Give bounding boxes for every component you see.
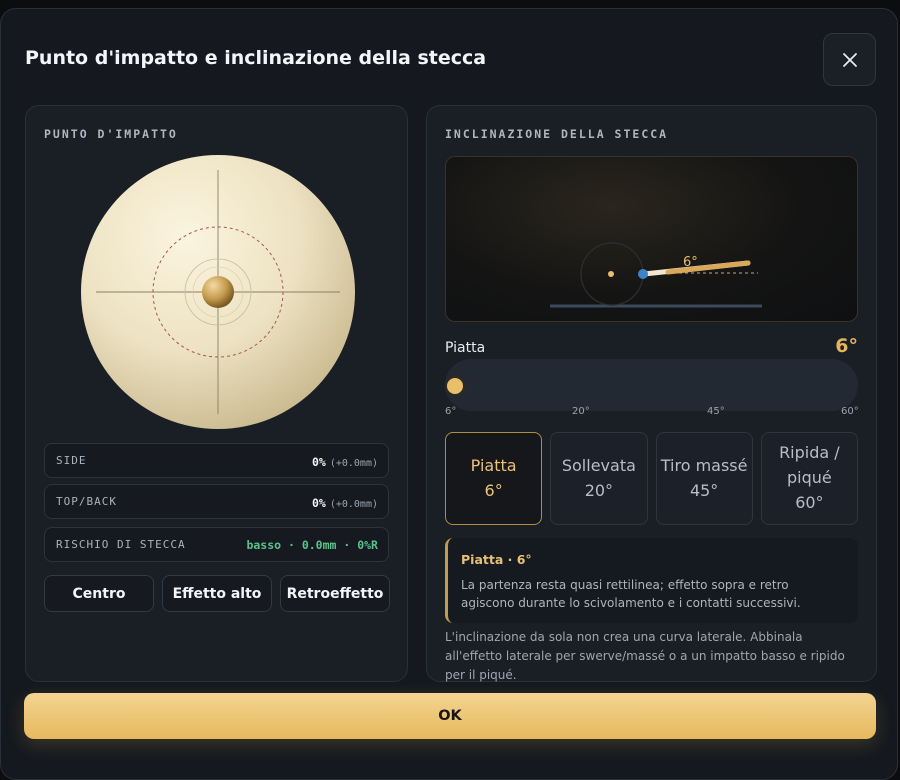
ball-contact-dot [608,271,614,277]
preset-info-box: Piatta · 6° La partenza resta quasi rett… [445,538,858,623]
elevation-section-label: INCLINAZIONE DELLA STECCA [445,127,669,141]
center-button[interactable]: Centro [44,575,154,612]
impact-marker[interactable] [202,276,234,308]
info-title: Piatta · 6° [461,552,532,567]
cue-elevation-panel: INCLINAZIONE DELLA STECCA 6° Piatta 6° 6… [426,105,877,682]
cue-tip [638,269,648,279]
tick-45: 45° [707,406,725,417]
dialog-title: Punto d'impatto e inclinazione della ste… [25,47,487,69]
elevation-preview: 6° [445,156,858,322]
preset-name: Ripida / piqué [779,443,840,488]
preset-name: Piatta [470,455,517,475]
preset-angle: 60° [795,492,824,512]
topback-value: 0% [311,496,326,510]
cue-ball-target[interactable] [80,154,356,430]
slider-title: Piatta [445,340,486,356]
tick-20: 20° [572,406,590,417]
side-mm: (+0.0mm) [329,458,378,469]
preset-masse[interactable]: Tiro massé 45° [655,432,753,525]
elevation-note: L'inclinazione da sola non crea una curv… [445,630,845,683]
preset-angle: 45° [689,480,719,500]
ok-button[interactable]: OK [24,693,876,739]
close-button[interactable] [823,33,876,86]
side-label: SIDE [56,454,87,467]
topspin-button[interactable]: Effetto alto [162,575,272,612]
impact-point-panel: PUNTO D'IMPATTO SIDE 0% (+0.0mm) TOP/BAC… [25,105,408,682]
preset-flat[interactable]: Piatta 6° [445,432,543,525]
cue-stick-butt [665,260,751,275]
elevation-slider-thumb[interactable] [445,376,465,396]
miscue-risk-stat: RISCHIO DI STECCA basso · 0.0mm · 0%R [44,527,389,562]
preset-angle: 20° [584,480,614,500]
preset-steep[interactable]: Ripida / piqué 60° [760,432,858,525]
close-icon [842,52,857,67]
tick-60: 60° [841,406,859,417]
topback-label: TOP/BACK [56,495,117,508]
preset-raised[interactable]: Sollevata 20° [550,432,648,525]
preset-name: Sollevata [561,455,636,475]
side-value: 0% [311,455,326,469]
elevation-slider[interactable] [445,359,858,411]
preset-angle: 6° [484,480,503,500]
angle-tag: 6° [683,255,698,270]
topback-mm: (+0.0mm) [329,499,378,510]
risk-label: RISCHIO DI STECCA [56,538,186,551]
preset-name: Tiro massé [660,455,748,475]
slider-value: 6° [835,335,858,357]
info-text: La partenza resta quasi rettilinea; effe… [461,578,801,610]
side-stat: SIDE 0% (+0.0mm) [44,443,389,478]
cue-settings-dialog: Punto d'impatto e inclinazione della ste… [0,8,898,780]
impact-section-label: PUNTO D'IMPATTO [44,127,178,141]
elevation-presets: Piatta 6° Sollevata 20° Tiro massé 45° R… [445,432,858,525]
impact-preset-buttons: Centro Effetto alto Retroeffetto [44,575,390,612]
risk-value: basso · 0.0mm · 0%R [246,537,378,552]
topback-stat: TOP/BACK 0% (+0.0mm) [44,484,389,519]
backspin-button[interactable]: Retroeffetto [280,575,390,612]
tick-6: 6° [445,406,457,417]
